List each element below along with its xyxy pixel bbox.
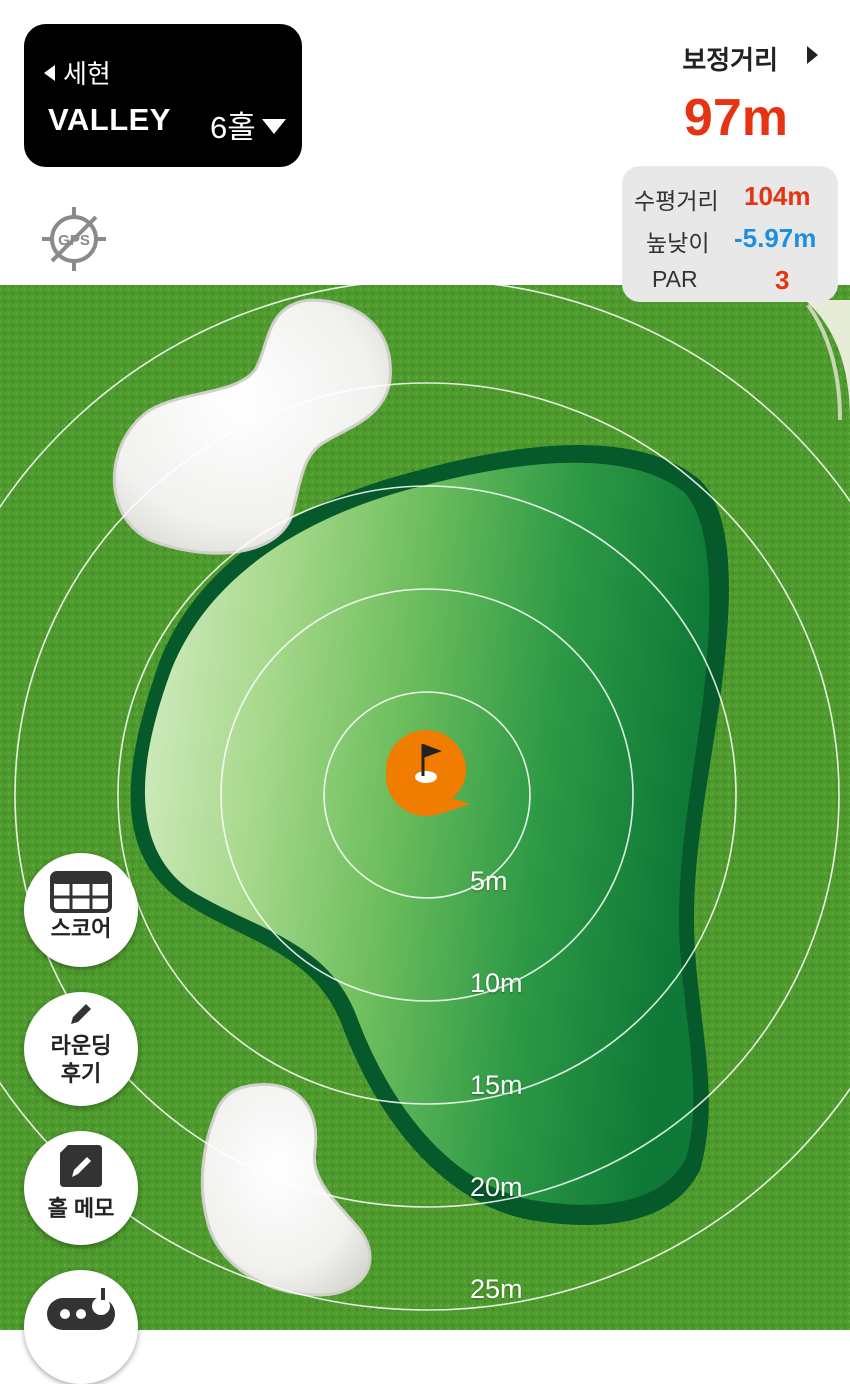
- back-arrow-icon: [44, 64, 55, 81]
- gps-label: GPS: [58, 232, 90, 249]
- chevron-right-icon[interactable]: [807, 46, 818, 64]
- game-button[interactable]: [24, 1270, 138, 1384]
- ring-label-10m: 10m: [470, 968, 523, 998]
- elevation-value: -5.97m: [734, 223, 817, 253]
- hole-dropdown[interactable]: 6홀: [210, 102, 286, 147]
- adjusted-distance-value: 97m: [683, 89, 788, 147]
- par-row: PAR 3: [622, 260, 838, 300]
- horizontal-distance-value: 104m: [744, 181, 811, 211]
- par-value: 3: [775, 265, 790, 295]
- horizontal-distance-label: 수평거리: [634, 188, 719, 214]
- gps-off-icon: GPS: [42, 207, 106, 271]
- round-review-label-line2: 후기: [60, 1061, 102, 1086]
- hole-memo-label: 홀 메모: [47, 1196, 115, 1221]
- adjusted-distance-label[interactable]: 보정거리: [682, 40, 778, 77]
- ring-label-20m: 20m: [470, 1172, 523, 1202]
- round-review-label-line1: 라운딩: [50, 1033, 112, 1058]
- horizontal-distance-row: 수평거리 104m: [622, 176, 838, 216]
- elevation-row: 높낮이 -5.97m: [622, 218, 838, 258]
- ring-label-15m: 15m: [470, 1070, 523, 1100]
- score-button-label: 스코어: [50, 916, 112, 941]
- ring-label-5m: 5m: [470, 866, 508, 896]
- score-button[interactable]: 스코어: [24, 853, 138, 967]
- edit-note-icon: [60, 1145, 102, 1187]
- course-name: VALLEY: [48, 102, 171, 137]
- gps-toggle[interactable]: GPS: [38, 203, 110, 275]
- hole-label: 6홀: [210, 110, 256, 145]
- pencil-icon: [71, 1004, 91, 1024]
- distance-info-panel: 수평거리 104m 높낮이 -5.97m PAR 3: [622, 166, 838, 302]
- table-icon: [50, 871, 112, 913]
- player-name: 세현: [63, 59, 111, 89]
- par-label: PAR: [652, 266, 698, 292]
- hole-memo-button[interactable]: 홀 메모: [24, 1131, 138, 1245]
- back-button[interactable]: 세현: [44, 54, 111, 91]
- ring-label-25m: 25m: [470, 1274, 523, 1304]
- course-selector[interactable]: 세현 VALLEY 6홀: [24, 24, 302, 167]
- elevation-label: 높낮이: [646, 230, 710, 256]
- dropdown-arrow-icon: [261, 119, 286, 134]
- gamepad-icon: [47, 1288, 115, 1330]
- round-review-button[interactable]: 라운딩 후기: [24, 992, 138, 1106]
